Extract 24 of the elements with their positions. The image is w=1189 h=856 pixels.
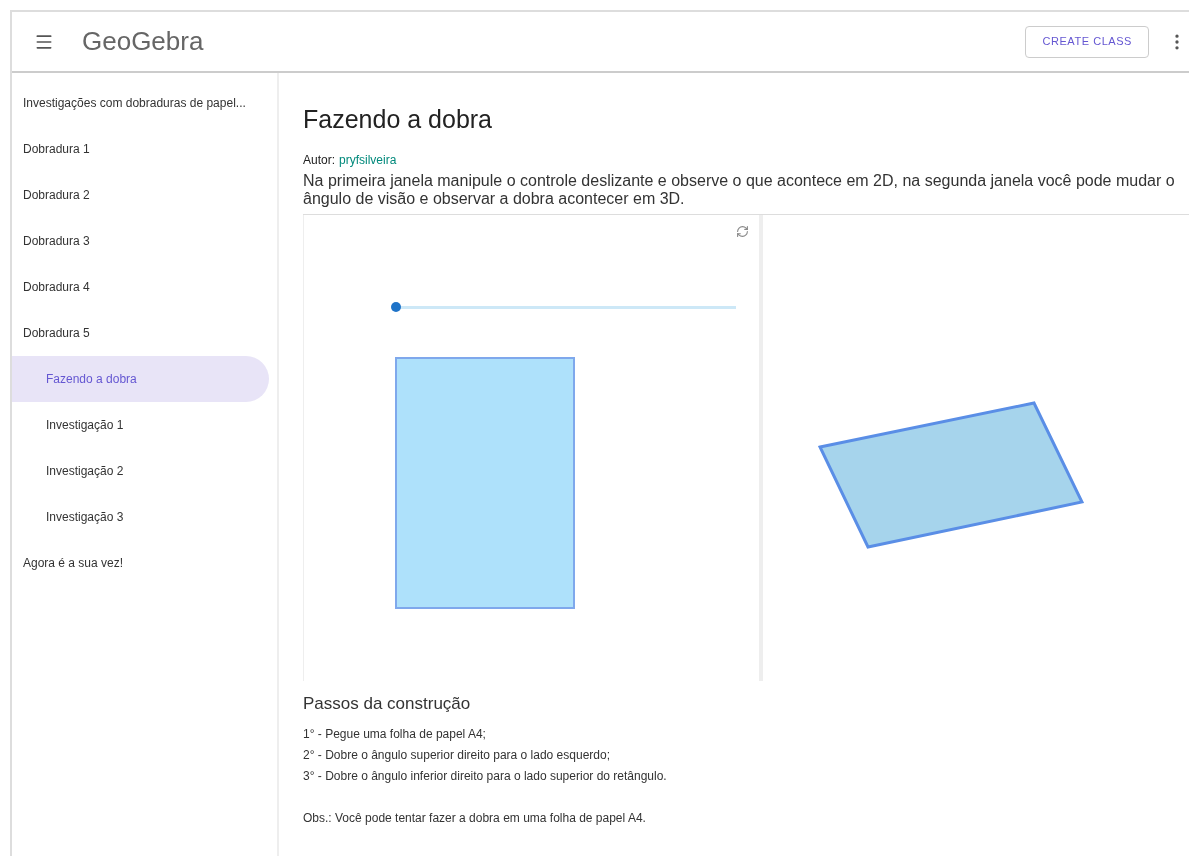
page-title: Fazendo a dobra — [303, 104, 494, 135]
sidebar-item[interactable]: Investigação 3 — [12, 494, 269, 540]
sidebar-item[interactable]: Dobradura 4 — [12, 264, 269, 310]
sidebar-item[interactable]: Fazendo a dobra — [12, 356, 269, 402]
sidebar-item[interactable]: Investigação 2 — [12, 448, 269, 494]
description: Na primeira janela manipule o controle deslizante e observe o que acontece em 2D, na segunda janela você pode mudar o ângulo de visão e observar a dobra acontecer em 3D. — [303, 171, 1176, 208]
step-text: 2° - Dobre o ângulo superior direito para o lado esquerdo; — [303, 747, 611, 764]
sidebar-item[interactable]: Dobradura 1 — [12, 126, 269, 172]
step-text: 1° - Pegue uma folha de papel A4; — [303, 726, 487, 743]
note-text: Obs.: Você pode tentar fazer a dobra em uma folha de papel A4. — [303, 810, 647, 827]
sidebar-item[interactable]: Dobradura 3 — [12, 218, 269, 264]
slider-thumb[interactable] — [391, 302, 401, 312]
logo[interactable]: GeoGebra — [82, 22, 204, 61]
sidebar-item[interactable]: Investigação 1 — [12, 402, 269, 448]
sidebar-item[interactable]: Dobradura 2 — [12, 172, 269, 218]
sidebar-item[interactable]: Agora é a sua vez! — [12, 540, 269, 586]
sidebar-item[interactable]: Investigações com dobraduras de papel... — [12, 80, 269, 126]
step-text: 3° - Dobre o ângulo inferior direito para o lado superior do retângulo. — [303, 768, 668, 785]
reset-icon[interactable] — [736, 224, 749, 238]
create-class-button[interactable]: CREATE CLASS — [1025, 25, 1149, 58]
sidebar-item[interactable]: Dobradura 5 — [12, 310, 269, 356]
author-label: Autor: — [303, 151, 335, 169]
author-link[interactable]: pryfsilveira — [339, 150, 397, 169]
section-title: Passos da construção — [303, 692, 472, 715]
